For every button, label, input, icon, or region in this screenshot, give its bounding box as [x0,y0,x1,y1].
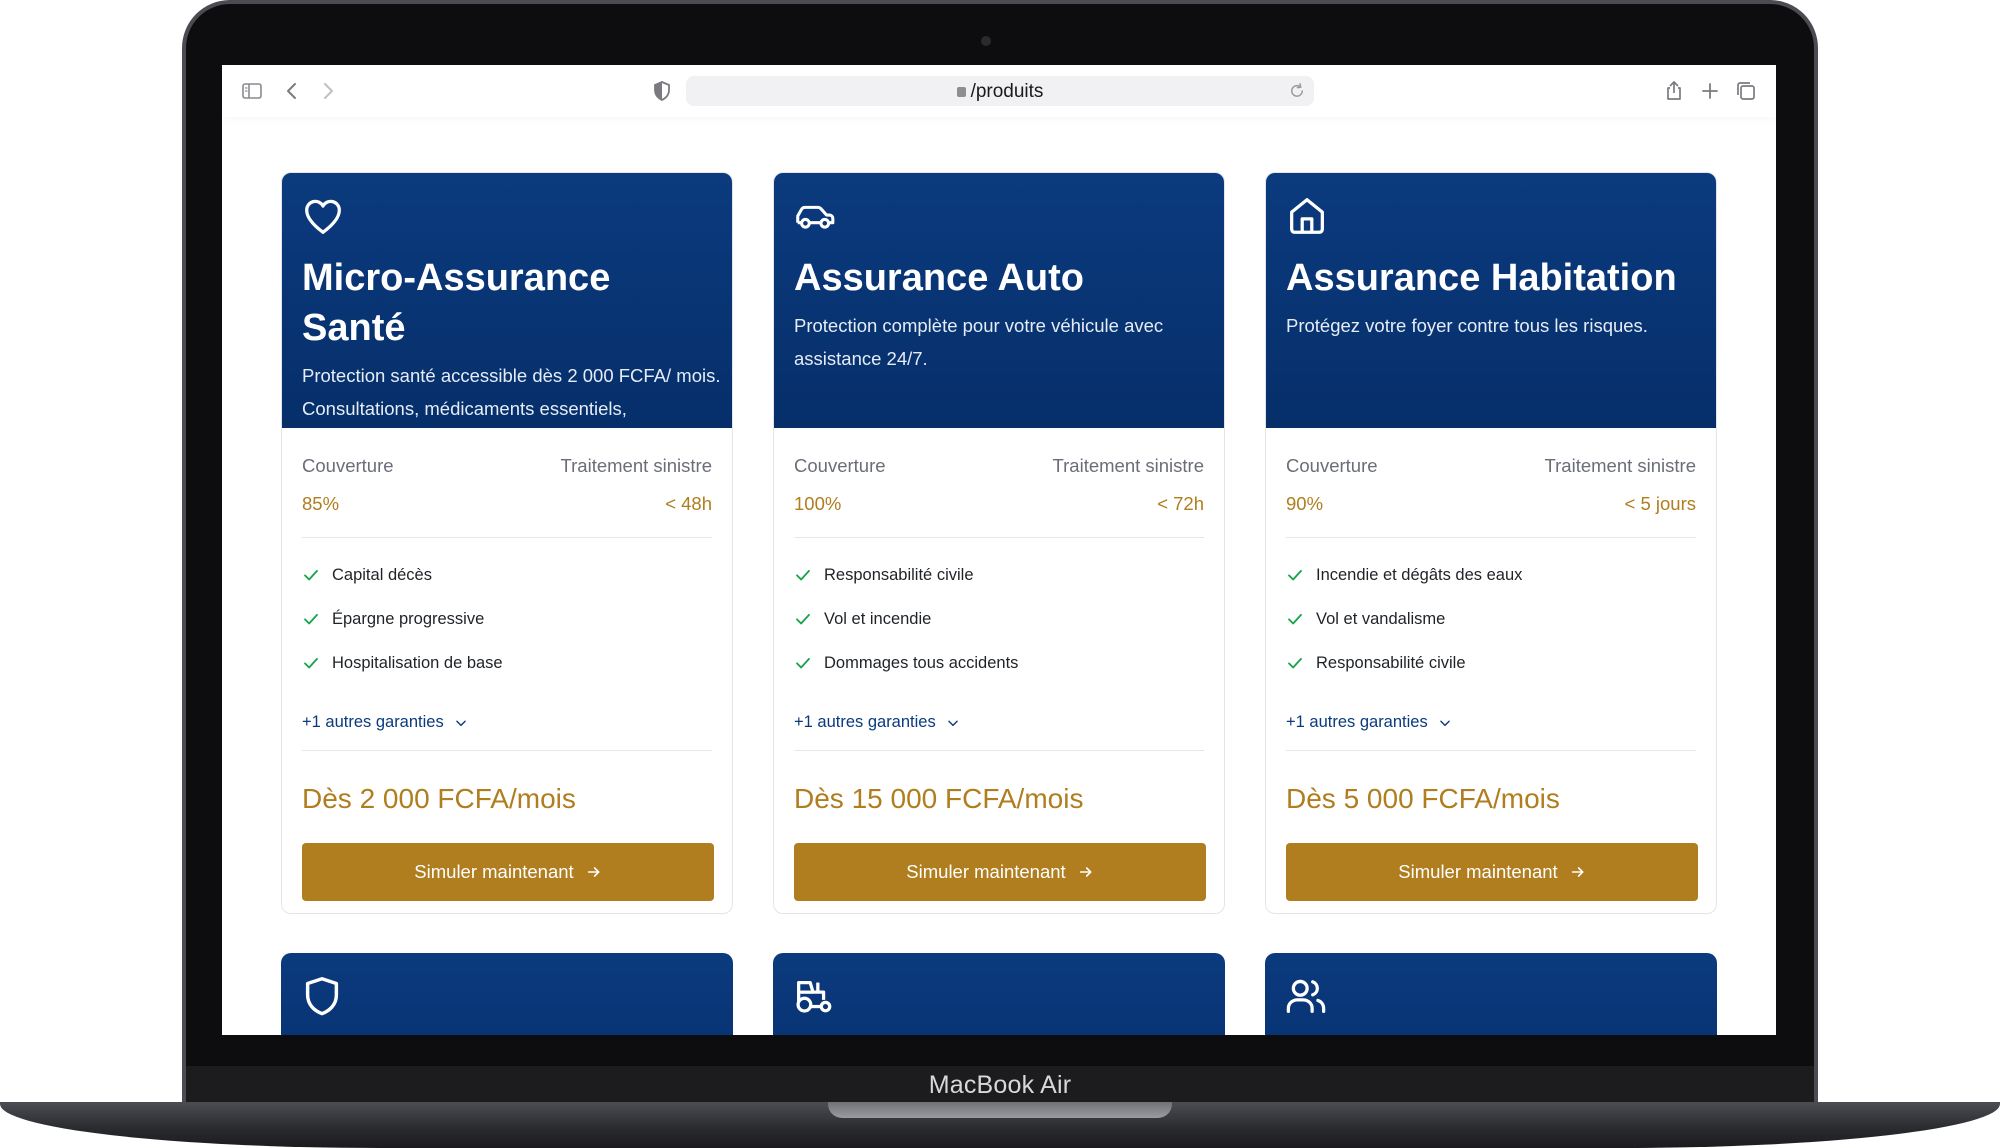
users-icon [1286,979,1326,1013]
divider [794,750,1204,751]
coverage-value: 85% [302,493,340,514]
share-icon[interactable] [1662,79,1686,103]
coverage-label: Couverture [302,455,394,476]
feature-item: Incendie et dégâts des eaux [1286,553,1522,597]
card-title: Assurance Auto [794,257,1084,299]
check-icon [304,569,318,581]
check-icon [304,657,318,669]
new-tab-icon[interactable] [1698,79,1722,103]
divider [302,750,712,751]
product-card-auto: Assurance Auto Protection complète pour … [773,172,1225,914]
feature-list: Responsabilité civile Vol et incendie Do… [794,553,1018,685]
product-card-stub [1265,953,1717,1035]
more-guarantees-toggle[interactable]: +1 autres garanties [794,713,960,732]
sidebar-toggle-icon[interactable] [240,79,264,103]
divider [302,537,712,538]
check-icon [1288,569,1302,581]
feature-item: Hospitalisation de base [302,641,503,685]
card-header: Assurance Auto Protection complète pour … [774,173,1224,428]
card-header: Micro-Assurance Santé Protection santé a… [282,173,732,428]
coverage-value: 100% [794,493,842,514]
check-icon [796,569,810,581]
tabs-overview-icon[interactable] [1734,79,1758,103]
check-icon [796,657,810,669]
reload-icon[interactable] [1288,82,1306,100]
browser-toolbar: /produits [222,65,1776,117]
divider [794,537,1204,538]
coverage-label: Couverture [1286,455,1378,476]
browser-screen: /produits Micro-Assurance Santé Protecti… [222,65,1776,1035]
product-card-stub [773,953,1225,1035]
card-description: Protection santé accessible dès 2 000 FC… [302,365,721,419]
arrow-right-icon [587,867,600,877]
price-label: Dès 15 000 FCFA/mois [794,783,1084,814]
shield-icon [305,977,339,1016]
product-card-sante: Micro-Assurance Santé Protection santé a… [281,172,733,914]
price-label: Dès 2 000 FCFA/mois [302,783,576,814]
check-icon [304,613,318,625]
arrow-right-icon [1079,867,1092,877]
lock-icon [956,87,966,97]
feature-item: Dommages tous accidents [794,641,1018,685]
address-bar[interactable]: /produits [686,76,1314,106]
claim-value: < 5 jours [1624,493,1696,514]
feature-item: Responsabilité civile [1286,641,1522,685]
car-icon [796,205,835,229]
claim-label: Traitement sinistre [560,455,712,476]
feature-item: Épargne progressive [302,597,503,641]
more-guarantees-toggle[interactable]: +1 autres garanties [1286,713,1452,732]
feature-item: Vol et vandalisme [1286,597,1522,641]
chevron-down-icon [455,720,466,726]
coverage-value: 90% [1286,493,1324,514]
divider [1286,750,1696,751]
chevron-down-icon [947,720,958,726]
simulate-button[interactable]: Simuler maintenant [302,843,714,901]
heart-icon [305,199,341,234]
laptop-notch [828,1102,1172,1118]
card-title: Micro-Assurance Santé [302,257,611,349]
feature-list: Capital décès Épargne progressive Hospit… [302,553,503,685]
feature-item: Capital décès [302,553,503,597]
simulate-button[interactable]: Simuler maintenant [794,843,1206,901]
card-description: Protégez votre foyer contre tous les ris… [1286,315,1648,336]
claim-label: Traitement sinistre [1544,455,1696,476]
privacy-shield-icon[interactable] [650,79,674,103]
check-icon [1288,657,1302,669]
forward-icon[interactable] [316,79,340,103]
product-card-stub [281,953,733,1035]
card-title: Assurance Habitation [1286,257,1677,299]
arrow-right-icon [1571,867,1584,877]
back-icon[interactable] [280,79,304,103]
camera [981,36,991,46]
check-icon [1288,613,1302,625]
simulate-button[interactable]: Simuler maintenant [1286,843,1698,901]
feature-item: Responsabilité civile [794,553,1018,597]
device-label: MacBook Air [928,1071,1072,1099]
tractor-icon [796,980,832,1013]
price-label: Dès 5 000 FCFA/mois [1286,783,1560,814]
card-description: Protection complète pour votre véhicule … [794,315,1164,369]
product-card-habitation: Assurance Habitation Protégez votre foye… [1265,172,1717,914]
more-guarantees-toggle[interactable]: +1 autres garanties [302,713,468,732]
claim-value: < 72h [1157,493,1204,514]
feature-list: Incendie et dégâts des eaux Vol et vanda… [1286,553,1522,685]
check-icon [796,613,810,625]
card-header: Assurance Habitation Protégez votre foye… [1266,173,1716,428]
chevron-down-icon [1439,720,1450,726]
feature-item: Vol et incendie [794,597,1018,641]
divider [1286,537,1696,538]
url-text: /produits [970,81,1044,102]
coverage-label: Couverture [794,455,886,476]
claim-label: Traitement sinistre [1052,455,1204,476]
home-icon [1290,198,1324,234]
claim-value: < 48h [665,493,712,514]
